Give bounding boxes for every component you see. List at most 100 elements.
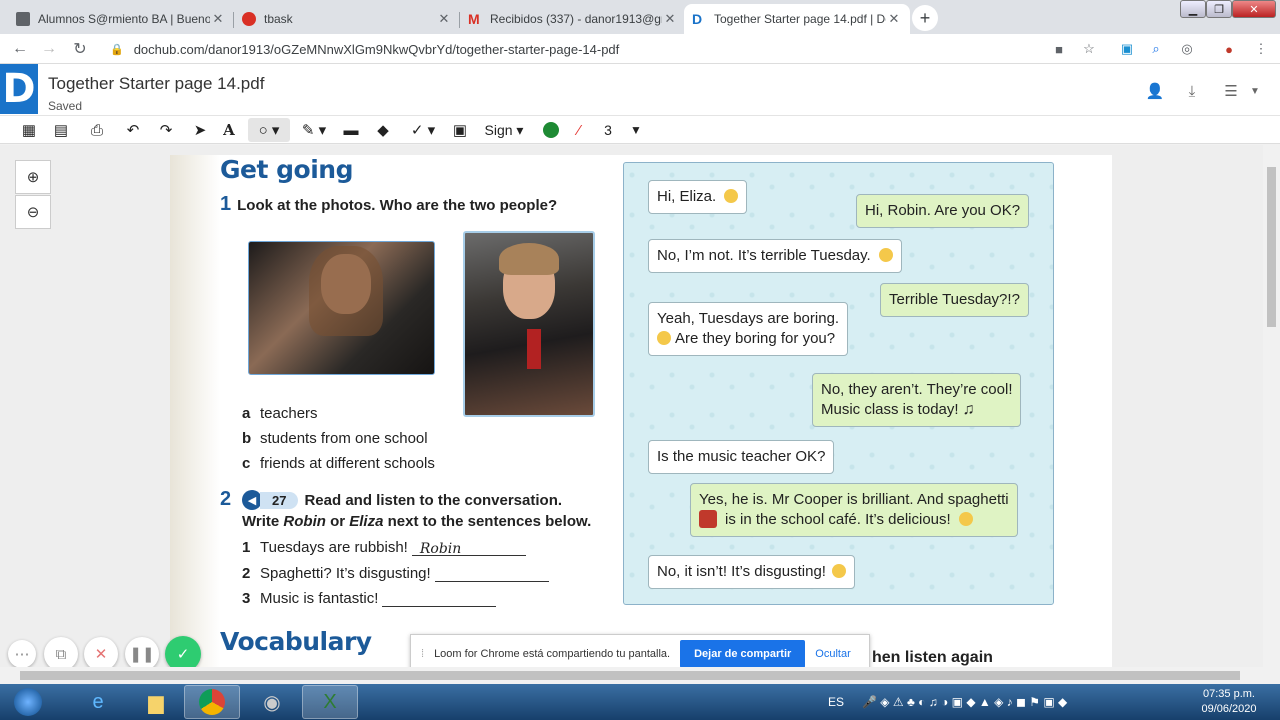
start-button-icon[interactable]	[0, 685, 56, 719]
maximize-button[interactable]: ❐	[1206, 0, 1232, 18]
profile-avatar-icon[interactable]: ●	[1220, 40, 1238, 58]
sentence-text: Music is fantastic!	[260, 590, 379, 607]
close-icon[interactable]: ✕	[436, 11, 452, 27]
more-options-icon[interactable]: ⋯	[8, 640, 36, 668]
address-bar[interactable]: 🔒 dochub.com/danor1913/oGZeMNnwXlGm9NkwQ…	[104, 37, 1109, 61]
cancel-recording-icon[interactable]: ✕	[84, 637, 118, 671]
message-text: No, they aren’t. They’re cool!	[821, 381, 1013, 398]
chevron-down-icon[interactable]: ▼	[1244, 80, 1266, 102]
menu-icon[interactable]: ☰	[1220, 80, 1242, 102]
forward-button[interactable]: →	[38, 38, 60, 60]
dochub-logo[interactable]: D	[0, 64, 38, 114]
add-user-icon[interactable]: 👤	[1144, 80, 1166, 102]
undo-icon[interactable]: ↶	[122, 118, 144, 142]
select-arrow-icon[interactable]: ➤	[189, 118, 211, 142]
sentence-3: 3 Music is fantastic!	[242, 590, 497, 607]
tab-title: Alumnos S@rmiento BA | Buenos	[38, 12, 210, 26]
close-icon[interactable]: ✕	[886, 11, 902, 27]
minimize-button[interactable]: ▁	[1180, 0, 1206, 18]
system-clock[interactable]: 07:35 p.m. 09/06/2020	[1196, 687, 1262, 717]
media-player-icon[interactable]: ◉	[244, 685, 300, 719]
text-tool-icon[interactable]: A	[218, 118, 240, 142]
print-icon[interactable]: ⎙	[86, 118, 108, 142]
new-tab-button[interactable]: +	[912, 5, 938, 31]
search-extension-icon[interactable]: ⌕	[1147, 40, 1165, 58]
checkmark-icon[interactable]: ✓ ▾	[404, 118, 442, 142]
answer-blank[interactable]: Robin	[411, 541, 526, 557]
eraser-icon[interactable]: ◆	[372, 118, 394, 142]
stroke-width-value[interactable]: 3	[600, 118, 616, 142]
image-icon[interactable]: ▣	[449, 118, 471, 142]
sync-extension-icon[interactable]: ◎	[1178, 40, 1196, 58]
color-picker[interactable]	[541, 118, 561, 142]
chrome-menu-icon[interactable]: ⋮	[1252, 40, 1270, 58]
sentence-text: Spaghetti? It’s disgusting!	[260, 565, 431, 582]
dochub-icon: D	[692, 11, 703, 27]
tab-tbask[interactable]: tbask ✕	[234, 4, 460, 34]
chevron-down-icon[interactable]: ▼	[628, 118, 644, 142]
sentence-number: 2	[242, 565, 251, 582]
tray-icons[interactable]: 🎤 ◈ ⚠ ♣ ◐ ♫ ◑ ▣ ◆ ▲ ◈ ♪ ◼ ⚑ ▣ ◆	[862, 695, 1067, 709]
instruction-part: next to the sentences below.	[383, 513, 592, 530]
question-text: Look at the photos. Who are the two peop…	[237, 197, 558, 214]
scrollbar-thumb[interactable]	[1267, 167, 1276, 327]
tab-dochub[interactable]: D Together Starter page 14.pdf | Do ✕	[684, 4, 910, 34]
bookmark-star-icon[interactable]: ☆	[1080, 40, 1098, 58]
grid-icon[interactable]: ▦	[18, 118, 40, 142]
document-title[interactable]: Together Starter page 14.pdf	[48, 74, 264, 94]
internet-explorer-icon[interactable]: e	[70, 685, 126, 719]
pages-icon[interactable]: ▤	[50, 118, 72, 142]
download-icon[interactable]: ⤓	[1181, 80, 1203, 102]
reload-button[interactable]: ↻	[69, 38, 91, 60]
zoom-in-button[interactable]: ⊕	[15, 160, 51, 194]
file-explorer-icon[interactable]: ▆	[128, 685, 184, 719]
camera-toggle-icon[interactable]: ⧉	[44, 637, 78, 671]
hide-button[interactable]: Ocultar	[815, 648, 850, 660]
redo-icon[interactable]: ↷	[155, 118, 177, 142]
window-close-button[interactable]: ✕	[1232, 0, 1276, 18]
option-b: b students from one school	[242, 430, 428, 447]
chat-bubble-left: Is the music teacher OK?	[648, 440, 835, 474]
photo-girl-with-phone	[248, 241, 435, 375]
back-button[interactable]: ←	[9, 38, 31, 60]
shape-circle-icon[interactable]: ○ ▾	[248, 118, 290, 142]
happy-face-icon	[958, 512, 973, 526]
audio-track-number: 27	[260, 491, 299, 509]
editor-toolbar: ▦ ▤ ⎙ ↶ ↷ ➤ A ○ ▾ ✎ ▾ ▬ ◆ ✓ ▾ ▣ Sign ▾ ⁄…	[0, 116, 1280, 144]
sentence-1: 1 Tuesdays are rubbish! Robin	[242, 539, 526, 557]
address-bar-row: ← → ↻ 🔒 dochub.com/danor1913/oGZeMNnwXlG…	[0, 34, 1280, 64]
close-icon[interactable]: ✕	[210, 11, 226, 27]
horizontal-scrollbar[interactable]	[0, 667, 1280, 684]
no-fill-icon[interactable]: ⁄	[569, 118, 589, 142]
highlighter-icon[interactable]: ✎ ▾	[296, 118, 332, 142]
zoom-out-button[interactable]: ⊖	[15, 195, 51, 229]
extension-icon[interactable]: ▣	[1118, 40, 1136, 58]
name-eliza: Eliza	[349, 513, 384, 530]
close-icon[interactable]: ✕	[662, 11, 678, 27]
tie-shape	[527, 329, 541, 369]
pause-icon[interactable]: ❚❚	[125, 637, 159, 671]
stop-sharing-button[interactable]: Dejar de compartir	[680, 640, 806, 668]
answer-blank[interactable]	[434, 567, 549, 582]
audio-track-badge[interactable]: ◀ 27 Read and listen to the conversation…	[242, 490, 562, 510]
comment-icon[interactable]: ▬	[340, 118, 362, 142]
chat-bubble-left: No, I’m not. It’s terrible Tuesday.	[648, 239, 902, 273]
hair-shape	[499, 243, 559, 275]
excel-icon[interactable]: X	[302, 685, 358, 719]
sentence-2: 2 Spaghetti? It’s disgusting!	[242, 565, 549, 582]
camera-icon[interactable]: ■	[1050, 40, 1068, 58]
speaker-icon: ◀	[242, 490, 262, 510]
tab-gmail[interactable]: M Recibidos (337) - danor1913@gm ✕	[460, 4, 686, 34]
name-robin: Robin	[283, 513, 326, 530]
chat-conversation-panel: Hi, Eliza. Hi, Robin. Are you OK? No, I’…	[623, 162, 1054, 605]
app-header: D Together Starter page 14.pdf Saved 👤 ⤓…	[0, 64, 1280, 116]
answer-blank[interactable]	[382, 592, 497, 607]
tab-title: tbask	[264, 12, 293, 26]
chrome-icon[interactable]	[184, 685, 240, 719]
scrollbar-thumb[interactable]	[20, 671, 1240, 680]
sign-dropdown[interactable]: Sign ▾	[480, 118, 528, 142]
tab-alumnos[interactable]: Alumnos S@rmiento BA | Buenos ✕	[8, 4, 234, 34]
drag-handle-icon[interactable]: ⁞	[421, 648, 424, 660]
language-indicator[interactable]: ES	[828, 695, 844, 709]
vertical-scrollbar[interactable]	[1263, 145, 1280, 667]
